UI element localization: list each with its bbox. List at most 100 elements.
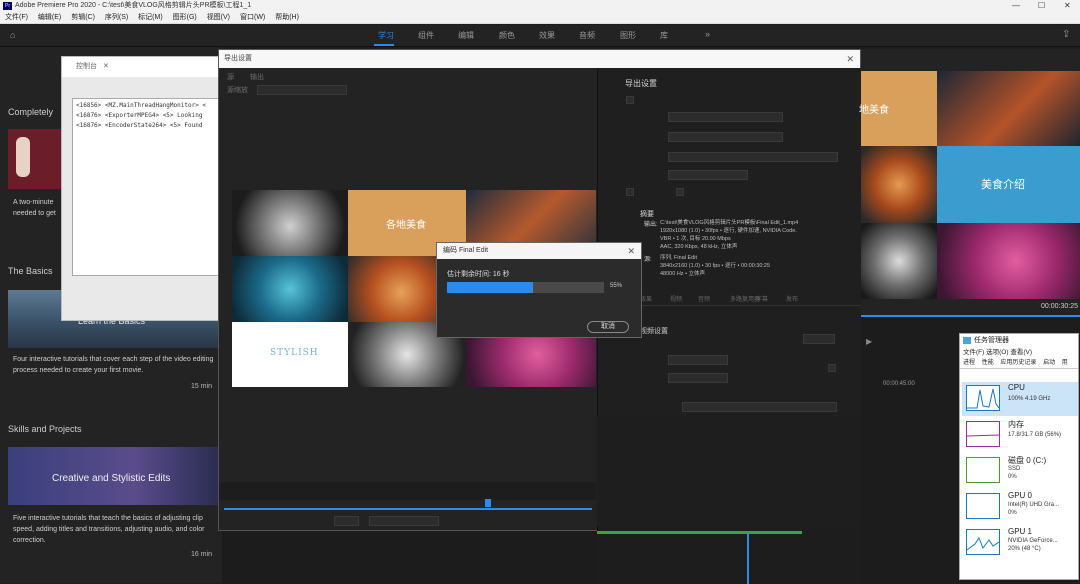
output-name-field[interactable] <box>668 170 748 180</box>
tm-tab-processes[interactable]: 进程 <box>963 360 975 366</box>
menu-sequence[interactable]: 序列(S) <box>105 12 128 24</box>
menu-window[interactable]: 窗口(W) <box>240 12 265 24</box>
gpu1-graph-line <box>966 536 1000 551</box>
timeline-panel: 00:00:45:00 ▶ <box>861 317 959 583</box>
menu-help[interactable]: 帮助(H) <box>275 12 299 24</box>
match-source-button[interactable] <box>803 334 835 344</box>
tab-assembly[interactable]: 组件 <box>418 30 434 41</box>
width-field[interactable] <box>668 355 728 365</box>
tm-row-cpu[interactable]: CPU 100% 4.19 GHz <box>962 382 1078 416</box>
local-food-text: 各地美食 <box>386 220 426 231</box>
tm-disk-type: SSD <box>1008 466 1021 472</box>
tab-video-settings[interactable]: 视频 <box>670 294 682 303</box>
tab-source[interactable]: 源 <box>227 74 234 81</box>
encoding-progress-fill <box>447 282 534 293</box>
maximize-icon[interactable]: ☐ <box>1038 0 1045 12</box>
console-log: <16856> <MZ.MainThreadHangMonitor> < <16… <box>72 98 222 276</box>
menu-marker[interactable]: 标记(M) <box>138 12 163 24</box>
tab-audio[interactable]: 音频 <box>579 30 595 41</box>
menu-file[interactable]: 文件(F) <box>5 12 28 24</box>
tab-captions-settings[interactable]: 字幕 <box>756 294 768 303</box>
tm-row-gpu1[interactable]: GPU 1 NVIDIA GeForce... 20% (48 °C) <box>962 526 1078 560</box>
tm-row-memory[interactable]: 内存 17.8/31.7 GB (56%) <box>962 418 1078 452</box>
minimize-icon[interactable]: — <box>1012 0 1020 12</box>
tm-tab-startup[interactable]: 启动 <box>1043 360 1055 366</box>
export-timecode-bar <box>219 482 596 500</box>
tm-menu-file[interactable]: 文件(F) <box>963 349 984 356</box>
export-dialog-title: 导出设置 <box>224 55 252 62</box>
tab-publish-settings[interactable]: 发布 <box>786 294 798 303</box>
export-dialog-titlebar: 导出设置 ✕ <box>219 50 860 68</box>
frame-size-checkbox[interactable] <box>828 364 836 372</box>
encoding-cancel-button[interactable]: 取消 <box>587 321 629 333</box>
summary-source-label: 源: <box>644 257 652 263</box>
program-magenta-tile <box>937 223 1080 299</box>
source-range-select[interactable] <box>369 516 439 526</box>
export-video-checkbox[interactable] <box>626 188 634 196</box>
export-scrub-bar[interactable] <box>224 508 592 510</box>
tm-tab-app-history[interactable]: 应用历史记录 <box>1000 360 1036 366</box>
tm-gpu0-model: Intel(R) UHD Gra... <box>1008 502 1060 508</box>
summary-source-text: 序列, Final Edit 3840x2160 (1.0) • 30 fps … <box>660 255 771 277</box>
program-monitor: 地美食 美食介绍 00:00:30:25 <box>859 49 1080 317</box>
program-food-text: 地美食 <box>859 105 889 116</box>
tab-effects[interactable]: 效果 <box>539 30 555 41</box>
menu-graphics[interactable]: 图形(G) <box>173 12 197 24</box>
play-icon[interactable]: ▶ <box>866 337 872 346</box>
comments-field[interactable] <box>668 152 838 162</box>
export-playhead[interactable] <box>485 499 491 507</box>
tab-output[interactable]: 输出 <box>250 74 264 81</box>
creative-edits-thumbnail[interactable]: Creative and Stylistic Edits <box>8 447 218 505</box>
skills-description: Five interactive tutorials that teach th… <box>13 515 205 544</box>
title-bar: Pr Adobe Premiere Pro 2020 - C:\test\美食V… <box>0 0 1080 12</box>
gpu0-graph <box>966 493 1000 519</box>
menu-edit[interactable]: 编辑(E) <box>38 12 61 24</box>
program-timecode: 00:00:30:25 <box>1041 303 1078 310</box>
tm-menu-view[interactable]: 查看(V) <box>1010 349 1032 356</box>
preset-select[interactable] <box>668 132 783 142</box>
basics-description: Four interactive tutorials that cover ea… <box>13 356 214 374</box>
tm-gpu1-name: GPU 1 <box>1008 527 1033 536</box>
memory-graph-line <box>966 434 1000 437</box>
task-manager-title: 任务管理器 <box>974 337 1009 344</box>
tm-cpu-usage: 100% 4.19 GHz <box>1008 396 1051 402</box>
source-scaling-select[interactable] <box>257 85 347 95</box>
export-dialog-close-icon[interactable]: ✕ <box>846 50 854 68</box>
menu-view[interactable]: 视图(V) <box>207 12 230 24</box>
height-field[interactable] <box>668 373 728 383</box>
menu-clip[interactable]: 剪辑(C) <box>71 12 95 24</box>
source-range-label <box>334 516 359 526</box>
summary-output-text: C:\test\美食VLOG风格剪辑片头PR模板\Final Edit_1.mp… <box>660 220 799 250</box>
tm-tab-users[interactable]: 用 <box>1062 360 1068 366</box>
encoding-close-icon[interactable]: ✕ <box>627 243 635 259</box>
tm-gpu1-usage: 20% (48 °C) <box>1008 546 1041 552</box>
intro-thumbnail[interactable] <box>8 129 63 189</box>
tm-menu-options[interactable]: 选项(O) <box>986 349 1008 356</box>
more-workspaces-icon[interactable]: » <box>705 29 710 39</box>
console-window: 控制台 ✕ <16856> <MZ.MainThreadHangMonitor>… <box>61 56 222 321</box>
workspace-bar: ⌂ 学习 组件 编辑 颜色 效果 音频 图形 库 » ⇪ <box>0 25 1080 47</box>
tm-row-gpu0[interactable]: GPU 0 Intel(R) UHD Gra... 0% <box>962 490 1078 524</box>
task-manager-tabs: 进程 性能 应用历史记录 启动 用 <box>960 358 1078 369</box>
basics-heading: The Basics <box>8 266 53 276</box>
tab-graphics[interactable]: 图形 <box>620 30 636 41</box>
tab-libraries[interactable]: 库 <box>660 30 668 41</box>
tab-editing[interactable]: 编辑 <box>458 30 474 41</box>
match-sequence-checkbox[interactable] <box>626 96 634 104</box>
food-tile-bw-1 <box>232 190 348 256</box>
home-icon[interactable]: ⌂ <box>10 30 15 40</box>
completely-title: Completely <box>8 107 54 117</box>
tab-color[interactable]: 颜色 <box>499 30 515 41</box>
tab-learn[interactable]: 学习 <box>378 30 394 41</box>
tm-row-disk[interactable]: 磁盘 0 (C:) SSD 0% <box>962 454 1078 488</box>
close-icon[interactable]: ✕ <box>1064 0 1071 12</box>
frame-rate-select[interactable] <box>682 402 837 412</box>
disk-graph <box>966 457 1000 483</box>
timeline-playhead[interactable] <box>747 534 749 584</box>
skills-heading: Skills and Projects <box>8 424 82 434</box>
export-audio-checkbox[interactable] <box>676 188 684 196</box>
share-icon[interactable]: ⇪ <box>1062 29 1070 40</box>
format-select[interactable] <box>668 112 783 122</box>
tm-tab-performance[interactable]: 性能 <box>982 360 994 366</box>
tab-audio-settings[interactable]: 音频 <box>698 294 710 303</box>
